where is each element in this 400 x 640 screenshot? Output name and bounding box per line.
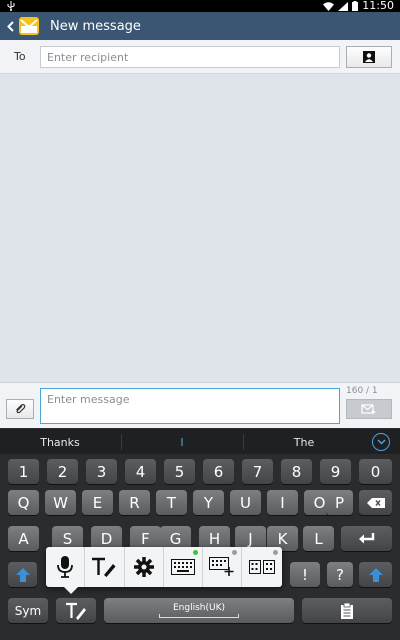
key-t[interactable]: T	[156, 490, 187, 515]
backspace-icon	[366, 497, 385, 508]
microphone-icon	[57, 556, 74, 578]
handwriting-icon	[92, 557, 116, 577]
key-q[interactable]: Q	[8, 490, 39, 515]
recipient-input[interactable]	[40, 46, 340, 68]
back-button[interactable]	[2, 12, 18, 40]
space-key[interactable]: English(UK)	[104, 598, 294, 623]
key-1[interactable]: 1	[8, 459, 39, 484]
keyboard-option[interactable]	[164, 547, 204, 587]
usb-icon	[7, 1, 15, 11]
action-bar: New message	[0, 12, 400, 40]
floating-keyboard-option[interactable]	[203, 547, 243, 587]
page-title: New message	[50, 18, 141, 34]
key-question[interactable]: ?	[327, 562, 353, 587]
voice-input-option[interactable]	[46, 547, 86, 587]
gear-icon	[133, 557, 154, 577]
key-2[interactable]: 2	[47, 459, 78, 484]
key-l[interactable]: L	[303, 526, 334, 551]
contacts-button[interactable]	[346, 46, 392, 68]
suggestion-bar: Thanks I The	[0, 428, 400, 454]
back-chevron-icon	[6, 20, 14, 32]
recipient-row: To	[0, 40, 400, 74]
compose-row: 160 / 1	[0, 382, 400, 428]
paperclip-icon	[16, 404, 26, 414]
signal-icon	[338, 1, 349, 11]
key-exclamation[interactable]: !	[290, 562, 320, 587]
handwriting-icon	[66, 602, 86, 620]
floating-keyboard-icon	[209, 557, 234, 576]
shift-key-right[interactable]	[359, 562, 392, 587]
attach-button[interactable]	[6, 399, 34, 419]
key-e[interactable]: E	[82, 490, 113, 515]
status-bar: 11:50	[0, 0, 400, 12]
handwriting-option[interactable]	[85, 547, 125, 587]
suggestion-3[interactable]: The	[244, 429, 364, 455]
to-label: To	[14, 50, 26, 63]
key-r[interactable]: R	[119, 490, 150, 515]
shift-key[interactable]	[8, 562, 37, 587]
keyboard-options-popup	[46, 547, 282, 587]
split-keyboard-option[interactable]	[242, 547, 281, 587]
shift-arrow-icon	[15, 567, 30, 582]
send-icon	[361, 404, 376, 414]
status-dot	[232, 550, 238, 555]
battery-icon	[352, 1, 359, 11]
space-language-label: English(UK)	[172, 603, 225, 613]
character-counter: 160 / 1	[346, 386, 378, 396]
input-mode-key[interactable]	[56, 598, 96, 623]
clipboard-icon	[341, 602, 353, 619]
messages-app-icon	[19, 17, 39, 35]
enter-key[interactable]	[341, 526, 392, 551]
popup-pointer	[64, 587, 78, 594]
keyboard-icon	[171, 559, 196, 575]
key-y[interactable]: Y	[193, 490, 224, 515]
shift-arrow-icon	[368, 567, 383, 582]
settings-option[interactable]	[125, 547, 164, 587]
key-a[interactable]: A	[8, 526, 39, 551]
message-input[interactable]	[40, 388, 340, 424]
conversation-area	[0, 74, 400, 382]
key-8[interactable]: 8	[281, 459, 312, 484]
key-p[interactable]: P	[326, 490, 353, 515]
key-4[interactable]: 4	[125, 459, 156, 484]
contact-icon	[363, 51, 375, 63]
enter-icon	[358, 533, 374, 544]
key-5[interactable]: 5	[164, 459, 195, 484]
key-0[interactable]: 0	[359, 459, 392, 484]
key-9[interactable]: 9	[320, 459, 351, 484]
clipboard-key[interactable]	[302, 598, 392, 623]
send-button[interactable]	[346, 399, 392, 419]
key-i[interactable]: I	[267, 490, 298, 515]
key-w[interactable]: W	[45, 490, 76, 515]
space-bar-indicator	[159, 614, 239, 618]
key-7[interactable]: 7	[242, 459, 273, 484]
expand-suggestions-button[interactable]	[372, 433, 390, 451]
backspace-key[interactable]	[359, 490, 392, 515]
suggestion-2[interactable]: I	[122, 429, 242, 455]
sym-key[interactable]: Sym	[8, 598, 48, 623]
chevron-down-icon	[376, 439, 386, 445]
key-3[interactable]: 3	[86, 459, 117, 484]
status-dot	[272, 550, 278, 555]
split-keyboard-icon	[249, 560, 276, 574]
key-6[interactable]: 6	[203, 459, 234, 484]
status-time: 11:50	[362, 0, 394, 12]
suggestion-1[interactable]: Thanks	[0, 429, 120, 455]
wifi-icon	[323, 1, 335, 11]
key-u[interactable]: U	[230, 490, 261, 515]
active-indicator-dot	[193, 550, 199, 555]
